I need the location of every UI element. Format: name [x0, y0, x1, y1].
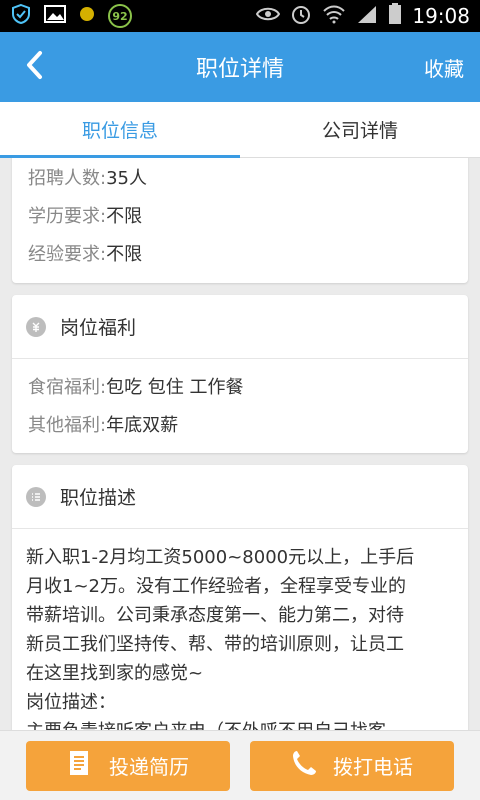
benefits-header: 岗位福利	[12, 295, 468, 359]
back-button[interactable]	[0, 32, 70, 102]
submit-resume-label: 投递简历	[109, 755, 189, 779]
benefits-card: 岗位福利 食宿福利: 包吃 包住 工作餐 其他福利: 年底双薪	[12, 295, 468, 453]
description-line: 月收1~2万。没有工作经验者，全程享受专业的	[26, 576, 406, 597]
row-label: 食宿福利:	[28, 377, 107, 398]
row-value: 年底双薪	[106, 415, 179, 436]
benefit-row-other: 其他福利: 年底双薪	[12, 405, 468, 443]
battery-icon	[388, 3, 402, 29]
description-line: 带薪培训。公司秉承态度第一、能力第二，对待	[26, 605, 404, 626]
list-icon	[26, 486, 46, 507]
call-label: 拨打电话	[333, 755, 413, 779]
row-label: 其他福利:	[28, 415, 107, 436]
row-label: 经验要求:	[28, 244, 107, 265]
row-value: 包吃 包住 工作餐	[106, 377, 244, 398]
phone-icon	[291, 749, 317, 782]
status-bar: 92 19:08	[0, 0, 480, 32]
bottom-action-bar: 投递简历 拨打电话	[0, 730, 480, 800]
submit-resume-button[interactable]: 投递简历	[26, 740, 230, 791]
description-header: 职位描述	[12, 465, 468, 529]
tab-company-details[interactable]: 公司详情	[240, 102, 480, 157]
info-row-headcount: 招聘人数: 35人	[12, 158, 468, 196]
alarm-icon	[290, 3, 312, 29]
info-row-education: 学历要求: 不限	[12, 196, 468, 234]
clock: 19:08	[412, 4, 470, 28]
benefits-title: 岗位福利	[60, 317, 137, 339]
benefit-row-board: 食宿福利: 包吃 包住 工作餐	[12, 367, 468, 405]
app-bar: 职位详情 收藏	[0, 32, 480, 102]
image-icon	[44, 5, 66, 27]
row-value: 不限	[106, 206, 143, 227]
description-card: 职位描述 新入职1-2月均工资5000~8000元以上，上手后 月收1~2万。没…	[12, 465, 468, 730]
wifi-icon	[322, 4, 346, 28]
favorite-button[interactable]: 收藏	[424, 53, 464, 82]
tab-bar: 职位信息 公司详情	[0, 102, 480, 158]
row-value: 不限	[106, 244, 143, 265]
description-line: 新入职1-2月均工资5000~8000元以上，上手后	[26, 547, 415, 568]
description-text: 新入职1-2月均工资5000~8000元以上，上手后 月收1~2万。没有工作经验…	[12, 529, 468, 730]
description-line: 岗位描述：	[26, 692, 116, 713]
battery-badge: 92	[108, 4, 132, 28]
info-row-experience: 经验要求: 不限	[12, 234, 468, 272]
description-title: 职位描述	[60, 487, 137, 509]
shield-icon	[10, 3, 32, 29]
job-info-card: 招聘人数: 35人 学历要求: 不限 经验要求: 不限	[12, 158, 468, 283]
coin-icon	[26, 316, 46, 337]
signal-icon	[356, 4, 378, 28]
coin-icon	[78, 5, 96, 27]
description-line: 主要负责接听客户来电（不外呼不用自己找客	[26, 717, 450, 730]
chevron-left-icon	[24, 50, 46, 84]
row-label: 招聘人数:	[28, 168, 107, 189]
tab-job-info[interactable]: 职位信息	[0, 102, 240, 158]
description-line: 新员工我们坚持传、帮、带的培训原则，让员工	[26, 634, 404, 655]
row-value: 35人	[106, 168, 147, 189]
content-scroll[interactable]: 招聘人数: 35人 学历要求: 不限 经验要求: 不限 岗位福利 食宿福利: 包…	[0, 158, 480, 730]
row-label: 学历要求:	[28, 206, 107, 227]
page-title: 职位详情	[195, 57, 284, 82]
description-line: 在这里找到家的感觉~	[26, 663, 204, 684]
eye-icon	[256, 6, 281, 26]
document-icon	[67, 749, 93, 782]
call-button[interactable]: 拨打电话	[250, 740, 454, 791]
